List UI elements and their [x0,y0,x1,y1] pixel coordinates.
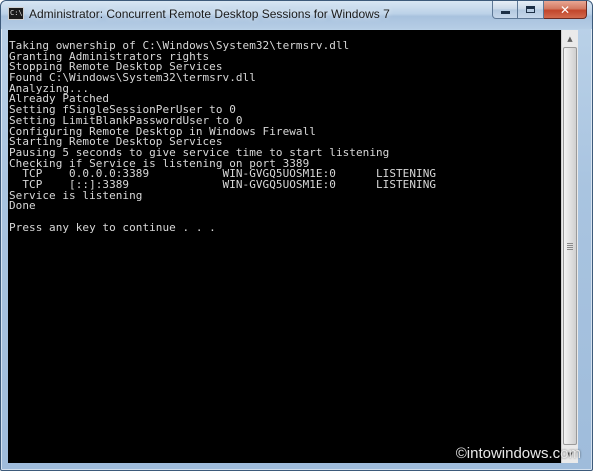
maximize-button[interactable] [518,1,544,19]
caption-buttons: ✕ [492,1,587,19]
scroll-up-arrow-icon[interactable]: ▲ [562,30,578,47]
title-bar[interactable]: C:\ Administrator: Concurrent Remote Des… [1,1,592,29]
close-button[interactable]: ✕ [544,1,587,19]
scroll-thumb[interactable] [563,47,577,445]
console-window: C:\ Administrator: Concurrent Remote Des… [0,0,593,471]
window-title: Administrator: Concurrent Remote Desktop… [29,7,390,21]
maximize-icon [526,6,535,13]
minimize-icon [500,11,510,14]
console-output-area[interactable]: Taking ownership of C:\Windows\System32\… [8,30,561,463]
console-line: Press any key to continue . . . [9,220,216,234]
console-output-text: Taking ownership of C:\Windows\System32\… [9,40,436,234]
console-line: Done [9,199,36,213]
watermark: ©intowindows.com [455,445,581,462]
cmd-console-icon[interactable]: C:\ [8,7,24,20]
scroll-grip-icon [567,243,573,250]
console-line: Service is listening [9,188,143,202]
close-icon: ✕ [559,2,571,17]
minimize-button[interactable] [492,1,518,19]
vertical-scrollbar[interactable]: ▲ ▼ [561,30,578,463]
